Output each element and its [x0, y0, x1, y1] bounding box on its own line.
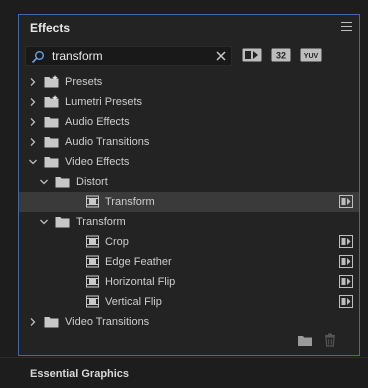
- essential-graphics-panel: Essential Graphics: [0, 357, 368, 388]
- folder-icon: [55, 217, 70, 228]
- tree-folder-item[interactable]: Transform: [19, 212, 359, 232]
- tree-folder-item[interactable]: Audio Transitions: [19, 132, 359, 152]
- tree-item-label: Distort: [76, 176, 108, 188]
- tree-folder-item[interactable]: Video Effects: [19, 152, 359, 172]
- effect-item[interactable]: Horizontal Flip: [19, 272, 359, 292]
- panel-header: Effects: [19, 15, 359, 41]
- tree-folder-item[interactable]: Video Transitions: [19, 312, 359, 332]
- preset-folder-icon: [44, 75, 59, 88]
- tree-folder-item[interactable]: Presets: [19, 72, 359, 92]
- tree-item-label: Transform: [76, 216, 126, 228]
- video-effect-icon: [86, 295, 99, 308]
- accelerated-badge-icon: [339, 275, 353, 288]
- effects-panel: Effects 32 YUV Presets Lumetri Presets Aud…: [18, 14, 360, 356]
- panel-footer: [297, 333, 345, 349]
- accelerated-badge-icon: [339, 195, 353, 208]
- folder-icon: [44, 157, 59, 168]
- video-effect-icon: [86, 275, 99, 288]
- chevron-right-icon[interactable]: [28, 77, 38, 87]
- search-box: [25, 46, 232, 66]
- tree-item-label: Video Transitions: [65, 316, 150, 328]
- effect-item-label: Vertical Flip: [105, 296, 162, 308]
- accelerated-badge-icon: [339, 295, 353, 308]
- tree-folder-item[interactable]: Audio Effects: [19, 112, 359, 132]
- chevron-down-icon[interactable]: [39, 177, 49, 187]
- folder-icon: [44, 117, 59, 128]
- effect-item[interactable]: Transform: [19, 192, 359, 212]
- chevron-down-icon[interactable]: [28, 157, 38, 167]
- accelerated-badge-icon: [339, 235, 353, 248]
- tree-item-label: Video Effects: [65, 156, 130, 168]
- video-effect-icon: [86, 255, 99, 268]
- new-bin-icon[interactable]: [297, 333, 313, 347]
- preset-folder-icon: [44, 95, 59, 108]
- effect-item[interactable]: Vertical Flip: [19, 292, 359, 312]
- effect-item[interactable]: Crop: [19, 232, 359, 252]
- folder-icon: [44, 317, 59, 328]
- delete-icon[interactable]: [323, 333, 337, 347]
- effect-item-label: Transform: [105, 196, 155, 208]
- effect-item[interactable]: Edge Feather: [19, 252, 359, 272]
- chevron-right-icon[interactable]: [28, 137, 38, 147]
- search-input[interactable]: [52, 48, 212, 64]
- chevron-right-icon[interactable]: [28, 97, 38, 107]
- essential-graphics-title[interactable]: Essential Graphics: [30, 368, 129, 380]
- yuv-filter-icon[interactable]: YUV: [300, 48, 322, 62]
- effect-item-label: Crop: [105, 236, 129, 248]
- folder-icon: [55, 177, 70, 188]
- video-effect-icon: [86, 195, 99, 208]
- search-icon[interactable]: [31, 50, 45, 64]
- 32-bit-filter-label: 32: [276, 51, 286, 61]
- chevron-down-icon[interactable]: [39, 217, 49, 227]
- tree-item-label: Presets: [65, 76, 103, 88]
- folder-icon: [44, 137, 59, 148]
- 32-bit-filter-icon[interactable]: 32: [271, 48, 291, 62]
- accelerated-effects-filter-icon[interactable]: [242, 48, 262, 62]
- video-effect-icon: [86, 235, 99, 248]
- tree-item-label: Lumetri Presets: [65, 96, 143, 108]
- effect-item-label: Horizontal Flip: [105, 276, 176, 288]
- tree-folder-item[interactable]: Distort: [19, 172, 359, 192]
- clear-search-icon[interactable]: [215, 50, 227, 62]
- tree-item-label: Audio Transitions: [65, 136, 150, 148]
- yuv-filter-label: YUV: [304, 53, 319, 60]
- effects-tree: Presets Lumetri Presets Audio Effects Audio…: [19, 72, 359, 332]
- tree-folder-item[interactable]: Lumetri Presets: [19, 92, 359, 112]
- tree-item-label: Audio Effects: [65, 116, 130, 128]
- panel-title[interactable]: Effects: [30, 21, 70, 35]
- effect-item-label: Edge Feather: [105, 256, 172, 268]
- panel-menu-icon[interactable]: [341, 22, 352, 32]
- accelerated-badge-icon: [339, 255, 353, 268]
- chevron-right-icon[interactable]: [28, 317, 38, 327]
- chevron-right-icon[interactable]: [28, 117, 38, 127]
